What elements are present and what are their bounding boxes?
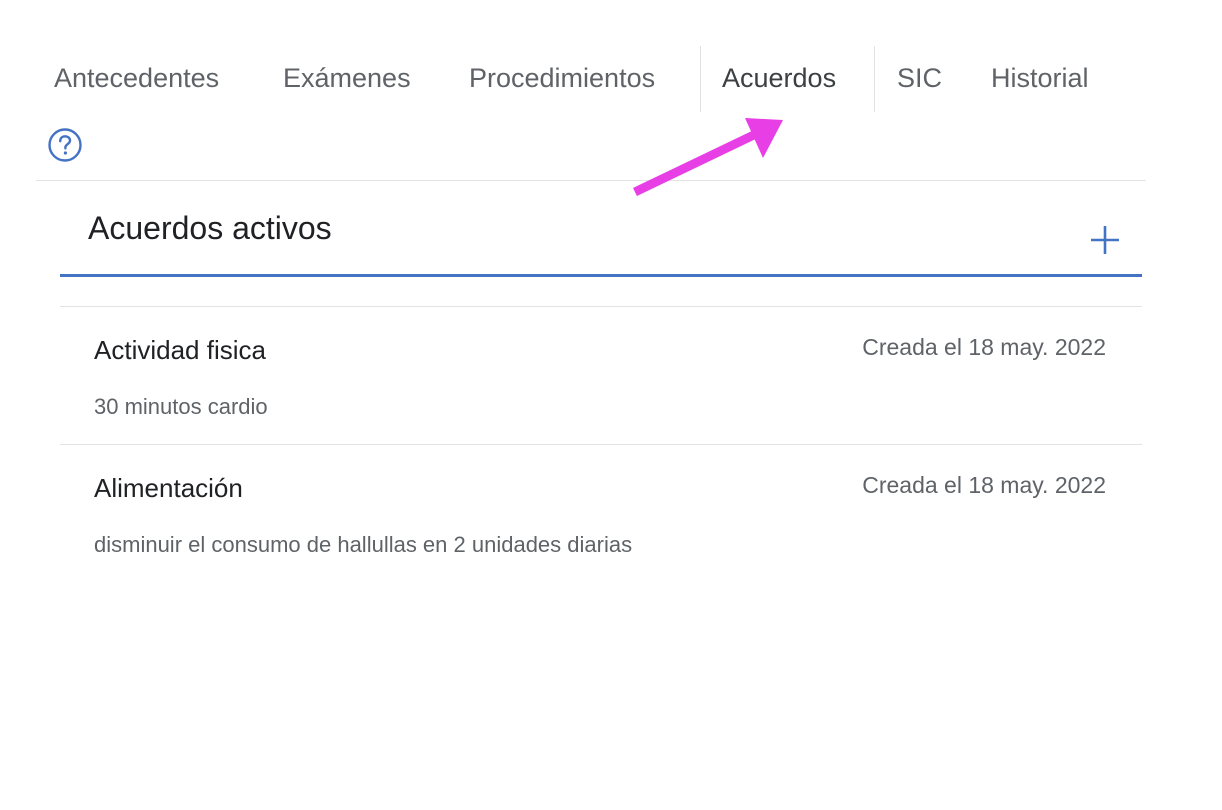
- list-item[interactable]: Alimentación Creada el 18 may. 2022 dism…: [60, 445, 1142, 575]
- annotation-arrow-icon: [633, 118, 783, 197]
- tab-antecedentes[interactable]: Antecedentes: [54, 44, 219, 112]
- tab-divider: [700, 46, 701, 112]
- section-underline: [60, 274, 1142, 277]
- tab-divider: [874, 46, 875, 112]
- agreement-date: Creada el 18 may. 2022: [862, 334, 1106, 360]
- list-item[interactable]: Actividad fisica Creada el 18 may. 2022 …: [60, 307, 1142, 445]
- add-agreement-button[interactable]: [1087, 222, 1123, 258]
- agreement-description: 30 minutos cardio: [94, 394, 268, 419]
- tab-acuerdos[interactable]: Acuerdos: [722, 44, 836, 112]
- tab-procedimientos[interactable]: Procedimientos: [469, 44, 655, 112]
- agreement-description: disminuir el consumo de hallullas en 2 u…: [94, 532, 633, 557]
- plus-icon: [1091, 226, 1119, 254]
- tab-bar: Antecedentes Exámenes Procedimientos Acu…: [0, 44, 1222, 112]
- agreement-title: Alimentación: [94, 473, 243, 503]
- tab-examenes[interactable]: Exámenes: [283, 44, 411, 112]
- section-title: Acuerdos activos: [88, 210, 332, 246]
- agreement-title: Actividad fisica: [94, 335, 266, 365]
- tab-sic[interactable]: SIC: [897, 44, 942, 112]
- divider: [36, 180, 1146, 181]
- page: Antecedentes Exámenes Procedimientos Acu…: [0, 0, 1222, 810]
- tab-historial[interactable]: Historial: [991, 44, 1089, 112]
- agreement-date: Creada el 18 may. 2022: [862, 472, 1106, 498]
- help-circle-icon[interactable]: [47, 127, 83, 163]
